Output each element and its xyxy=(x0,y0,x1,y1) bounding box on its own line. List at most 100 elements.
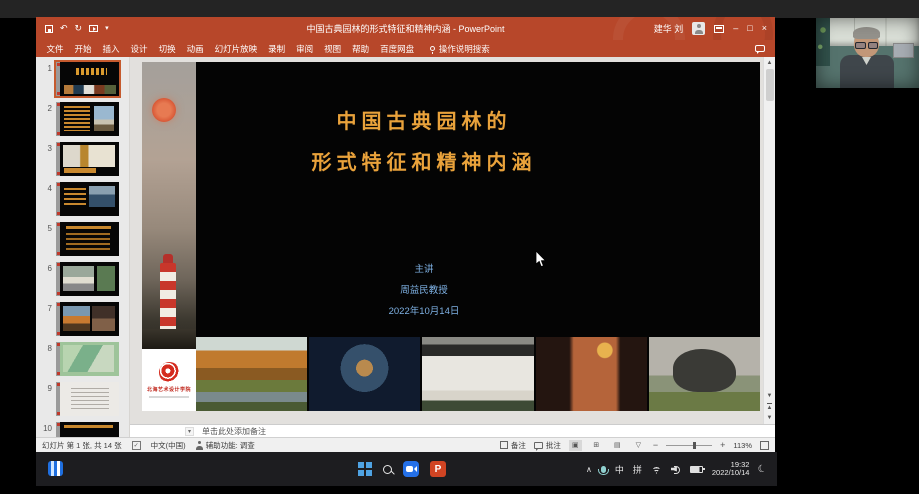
taskbar-clock[interactable]: 19:32 2022/10/14 xyxy=(712,461,750,478)
ribbon-tab[interactable]: 幻灯片放映 xyxy=(209,43,263,55)
maximize-button[interactable]: □ xyxy=(747,24,752,33)
powerpoint-taskbar-icon[interactable]: P xyxy=(430,461,446,477)
ribbon-tab[interactable]: 视图 xyxy=(319,43,347,55)
powerpoint-titlebar: ↶ ↻ ▾ 中国古典园林的形式特征和精神内涵 - PowerPoint 建华 刘… xyxy=(36,17,775,40)
previous-slide-icon[interactable]: ▲ xyxy=(767,403,773,411)
slide-editor[interactable]: 北海艺术设计学院 中国古典园林的 形式特征和精神内涵 主讲 xyxy=(130,57,763,424)
ribbon-tab[interactable]: 切换 xyxy=(153,43,181,55)
status-bar: 幻灯片 第 1 张, 共 14 张 ✓ 中文(中国) 辅助功能: 调查 备注 批… xyxy=(36,437,775,452)
notes-toggle-button[interactable]: 备注 xyxy=(500,440,526,451)
comments-toggle-button[interactable]: 批注 xyxy=(534,440,561,451)
fit-to-window-icon[interactable] xyxy=(760,441,769,450)
ribbon-tab[interactable]: 录制 xyxy=(263,43,291,55)
ribbon-tab[interactable]: 文件 xyxy=(41,43,69,55)
webcam-video-tile[interactable] xyxy=(816,18,919,88)
ribbon-tab[interactable]: 插入 xyxy=(97,43,125,55)
ribbon-tab[interactable]: 百度网盘 xyxy=(375,43,420,55)
quick-access-toolbar: ↶ ↻ ▾ xyxy=(36,24,109,33)
slideshow-view-icon[interactable]: ▽ xyxy=(632,440,645,451)
thumbnail-image[interactable] xyxy=(56,222,119,256)
thumbnail-image[interactable] xyxy=(56,182,119,216)
thumbnail-image[interactable] xyxy=(56,342,119,376)
ribbon-tab[interactable]: 设计 xyxy=(125,43,153,55)
vertical-scrollbar[interactable]: ▲ ▼ ▲ ▼ xyxy=(763,57,775,424)
thumbnail-image[interactable] xyxy=(56,302,119,336)
zoom-slider[interactable] xyxy=(666,445,712,446)
comments-icon[interactable] xyxy=(755,45,765,52)
zoom-level[interactable]: 113% xyxy=(733,441,752,450)
slide-thumbnail[interactable]: 3 xyxy=(36,142,129,176)
scrollbar-thumb[interactable] xyxy=(766,69,774,101)
next-slide-icon[interactable]: ▼ xyxy=(767,415,773,421)
focus-assist-moon-icon[interactable]: ☾ xyxy=(757,462,769,475)
ime-mode-indicator[interactable]: 拼 xyxy=(633,463,642,476)
slide-counter[interactable]: 幻灯片 第 1 张, 共 14 张 xyxy=(42,440,122,451)
mouse-cursor xyxy=(535,251,546,268)
zoom-out-icon[interactable]: − xyxy=(653,440,658,450)
slide-thumbnail[interactable]: 7 xyxy=(36,302,129,336)
thumbnail-edge-strip xyxy=(56,302,60,336)
pinned-app-icon[interactable] xyxy=(48,461,63,476)
photo-moon-gate-night xyxy=(309,337,420,411)
minimize-button[interactable]: – xyxy=(733,24,738,33)
speaker-icon[interactable] xyxy=(671,465,681,474)
start-slideshow-icon[interactable] xyxy=(89,25,98,32)
customize-qat-icon[interactable]: ▾ xyxy=(105,25,109,32)
scroll-down-icon[interactable]: ▼ xyxy=(767,393,773,399)
notes-pane[interactable]: ▾ 单击此处添加备注 xyxy=(130,424,775,437)
slide-thumbnail[interactable]: 1 xyxy=(36,62,129,96)
battery-icon[interactable] xyxy=(690,466,703,473)
accessibility-icon xyxy=(196,441,203,450)
reading-view-icon[interactable]: ▤ xyxy=(611,440,624,451)
slide-title-text[interactable]: 中国古典园林的 形式特征和精神内涵 xyxy=(196,102,652,184)
taskbar-search-icon[interactable] xyxy=(383,465,392,474)
slide-thumbnail[interactable]: 4 xyxy=(36,182,129,216)
notes-splitter-icon[interactable]: ▾ xyxy=(185,427,194,436)
thumbnail-image[interactable] xyxy=(56,142,119,176)
current-slide[interactable]: 北海艺术设计学院 中国古典园林的 形式特征和精神内涵 主讲 xyxy=(142,62,760,411)
thumbnail-image[interactable] xyxy=(56,422,119,437)
powerpoint-window: ↶ ↻ ▾ 中国古典园林的形式特征和精神内涵 - PowerPoint 建华 刘… xyxy=(36,17,775,452)
notes-placeholder[interactable]: 单击此处添加备注 xyxy=(202,426,266,437)
slide-thumbnail[interactable]: 6 xyxy=(36,262,129,296)
ribbon-tab[interactable]: 开始 xyxy=(69,43,97,55)
undo-icon[interactable]: ↶ xyxy=(60,24,68,33)
scroll-up-icon[interactable]: ▲ xyxy=(767,57,773,69)
spellcheck-icon[interactable]: ✓ xyxy=(132,441,141,450)
accessibility-status[interactable]: 辅助功能: 调查 xyxy=(196,440,255,451)
tray-overflow-icon[interactable]: ∧ xyxy=(586,465,592,474)
language-indicator[interactable]: 中文(中国) xyxy=(151,440,186,451)
thumbnail-image[interactable] xyxy=(56,262,119,296)
windows-start-icon[interactable] xyxy=(358,462,372,476)
ribbon-display-options-icon[interactable] xyxy=(714,25,724,33)
close-button[interactable]: × xyxy=(762,24,767,33)
ribbon-tab[interactable]: 帮助 xyxy=(347,43,375,55)
thumbnail-number: 6 xyxy=(41,262,52,296)
account-user-name[interactable]: 建华 刘 xyxy=(654,22,684,35)
ribbon-tab[interactable]: 审阅 xyxy=(291,43,319,55)
slide-thumbnail[interactable]: 2 xyxy=(36,102,129,136)
normal-view-icon[interactable]: ▣ xyxy=(569,440,582,451)
zoom-slider-thumb[interactable] xyxy=(693,442,696,449)
slide-thumbnail-panel: 1 2 3 4 xyxy=(36,57,130,437)
microphone-icon[interactable] xyxy=(601,466,606,473)
save-icon[interactable] xyxy=(45,25,53,33)
slide-thumbnail[interactable]: 9 xyxy=(36,382,129,416)
redo-icon[interactable]: ↻ xyxy=(75,24,83,33)
slide-subtitle-text[interactable]: 主讲 周益民教授 2022年10月14日 xyxy=(196,259,652,322)
wifi-icon[interactable] xyxy=(651,464,662,474)
zoom-in-icon[interactable]: + xyxy=(720,440,725,450)
thumbnail-image[interactable] xyxy=(56,62,119,96)
ime-language-indicator[interactable]: 中 xyxy=(615,463,624,476)
slide-thumbnail[interactable]: 10 xyxy=(36,422,129,437)
slide-sorter-view-icon[interactable]: ⊞ xyxy=(590,440,603,451)
tencent-meeting-icon[interactable] xyxy=(403,461,419,477)
tell-me-search[interactable]: 操作说明搜索 xyxy=(430,43,490,55)
slide-thumbnail[interactable]: 5 xyxy=(36,222,129,256)
presenter-name: 周益民教授 xyxy=(196,280,652,301)
thumbnail-image[interactable] xyxy=(56,102,119,136)
slide-thumbnail[interactable]: 8 xyxy=(36,342,129,376)
ribbon-tab[interactable]: 动画 xyxy=(181,43,209,55)
thumbnail-image[interactable] xyxy=(56,382,119,416)
account-avatar[interactable] xyxy=(692,22,705,35)
